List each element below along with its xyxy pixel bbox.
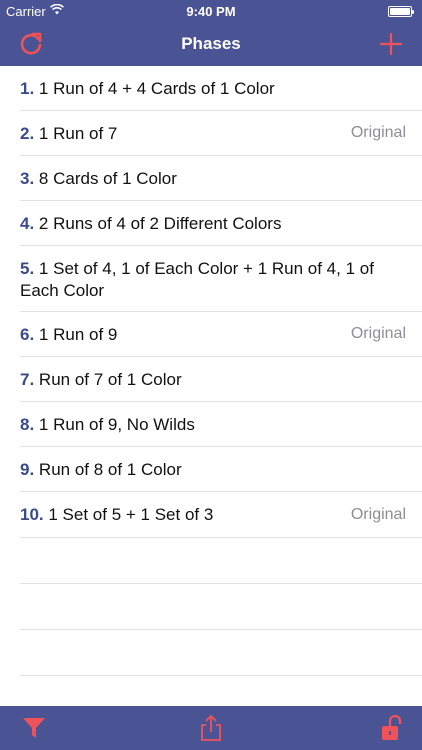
phase-row[interactable]: 2. 1 Run of 7 Original	[20, 111, 422, 156]
phase-row[interactable]: 10. 1 Set of 5 + 1 Set of 3 Original	[20, 492, 422, 538]
phase-text: 8. 1 Run of 9, No Wilds	[20, 414, 422, 436]
original-tag: Original	[350, 124, 406, 141]
phase-description: Run of 8 of 1 Color	[38, 460, 182, 479]
phase-description: 1 Run of 7	[38, 124, 118, 143]
phase-number: 2.	[20, 124, 35, 143]
status-bar: Carrier 9:40 PM	[0, 0, 422, 22]
phase-description: 1 Run of 9, No Wilds	[38, 415, 195, 434]
phase-number: 9.	[20, 460, 35, 479]
phase-number: 3.	[20, 169, 35, 188]
empty-row	[20, 538, 422, 584]
phase-description: 1 Run of 9	[38, 325, 118, 344]
filter-icon[interactable]	[20, 714, 48, 742]
phase-description: Run of 7 of 1 Color	[38, 370, 182, 389]
phase-text: 4. 2 Runs of 4 of 2 Different Colors	[20, 213, 422, 235]
phase-description: 8 Cards of 1 Color	[38, 169, 177, 188]
phase-description: 1 Run of 4 + 4 Cards of 1 Color	[38, 79, 275, 98]
original-tag: Original	[350, 505, 406, 523]
phase-row[interactable]: 6. 1 Run of 9 Original	[20, 312, 422, 357]
phase-text: 7. Run of 7 of 1 Color	[20, 369, 422, 391]
empty-row	[20, 630, 422, 676]
phase-text: 9. Run of 8 of 1 Color	[20, 459, 422, 481]
phase-number: 8.	[20, 415, 35, 434]
battery-icon	[388, 6, 414, 17]
top-bar: Carrier 9:40 PM Phases	[0, 0, 422, 66]
bottom-toolbar	[0, 706, 422, 750]
phase-row[interactable]: 1. 1 Run of 4 + 4 Cards of 1 Color	[20, 66, 422, 111]
empty-row	[20, 676, 422, 706]
phase-list: 1. 1 Run of 4 + 4 Cards of 1 Color 2. 1 R…	[0, 66, 422, 706]
phase-description: 2 Runs of 4 of 2 Different Colors	[38, 214, 282, 233]
phase-row[interactable]: 3. 8 Cards of 1 Color	[20, 156, 422, 201]
empty-row	[20, 584, 422, 630]
plus-icon[interactable]	[376, 29, 406, 59]
phase-description: 1 Set of 4, 1 of Each Color + 1 Run of 4…	[20, 259, 374, 300]
phase-number: 6.	[20, 325, 35, 344]
clock: 9:40 PM	[186, 4, 236, 19]
phase-row[interactable]: 4. 2 Runs of 4 of 2 Different Colors	[20, 201, 422, 246]
phase-number: 1.	[20, 79, 35, 98]
original-tag: Original	[350, 325, 406, 342]
battery-fill	[390, 8, 410, 15]
phase-number: 7.	[20, 370, 35, 389]
navigation-bar: Phases	[0, 22, 422, 66]
phase-text: 5. 1 Set of 4, 1 of Each Color + 1 Run o…	[20, 258, 422, 302]
phase-text: 1. 1 Run of 4 + 4 Cards of 1 Color	[20, 78, 422, 100]
phase-description: 1 Set of 5 + 1 Set of 3	[48, 505, 214, 524]
unlock-icon[interactable]	[378, 714, 406, 742]
phase-number: 4.	[20, 214, 35, 233]
phase-text: 3. 8 Cards of 1 Color	[20, 168, 422, 190]
phase-number: 5.	[20, 259, 35, 278]
phase-row[interactable]: 8. 1 Run of 9, No Wilds	[20, 402, 422, 447]
phase-number: 10.	[20, 505, 44, 524]
phase-row[interactable]: 5. 1 Set of 4, 1 of Each Color + 1 Run o…	[20, 246, 422, 312]
phase-row[interactable]: 9. Run of 8 of 1 Color	[20, 447, 422, 492]
phase-row[interactable]: 7. Run of 7 of 1 Color	[20, 357, 422, 402]
page-title: Phases	[181, 34, 241, 53]
share-icon[interactable]	[197, 714, 225, 742]
